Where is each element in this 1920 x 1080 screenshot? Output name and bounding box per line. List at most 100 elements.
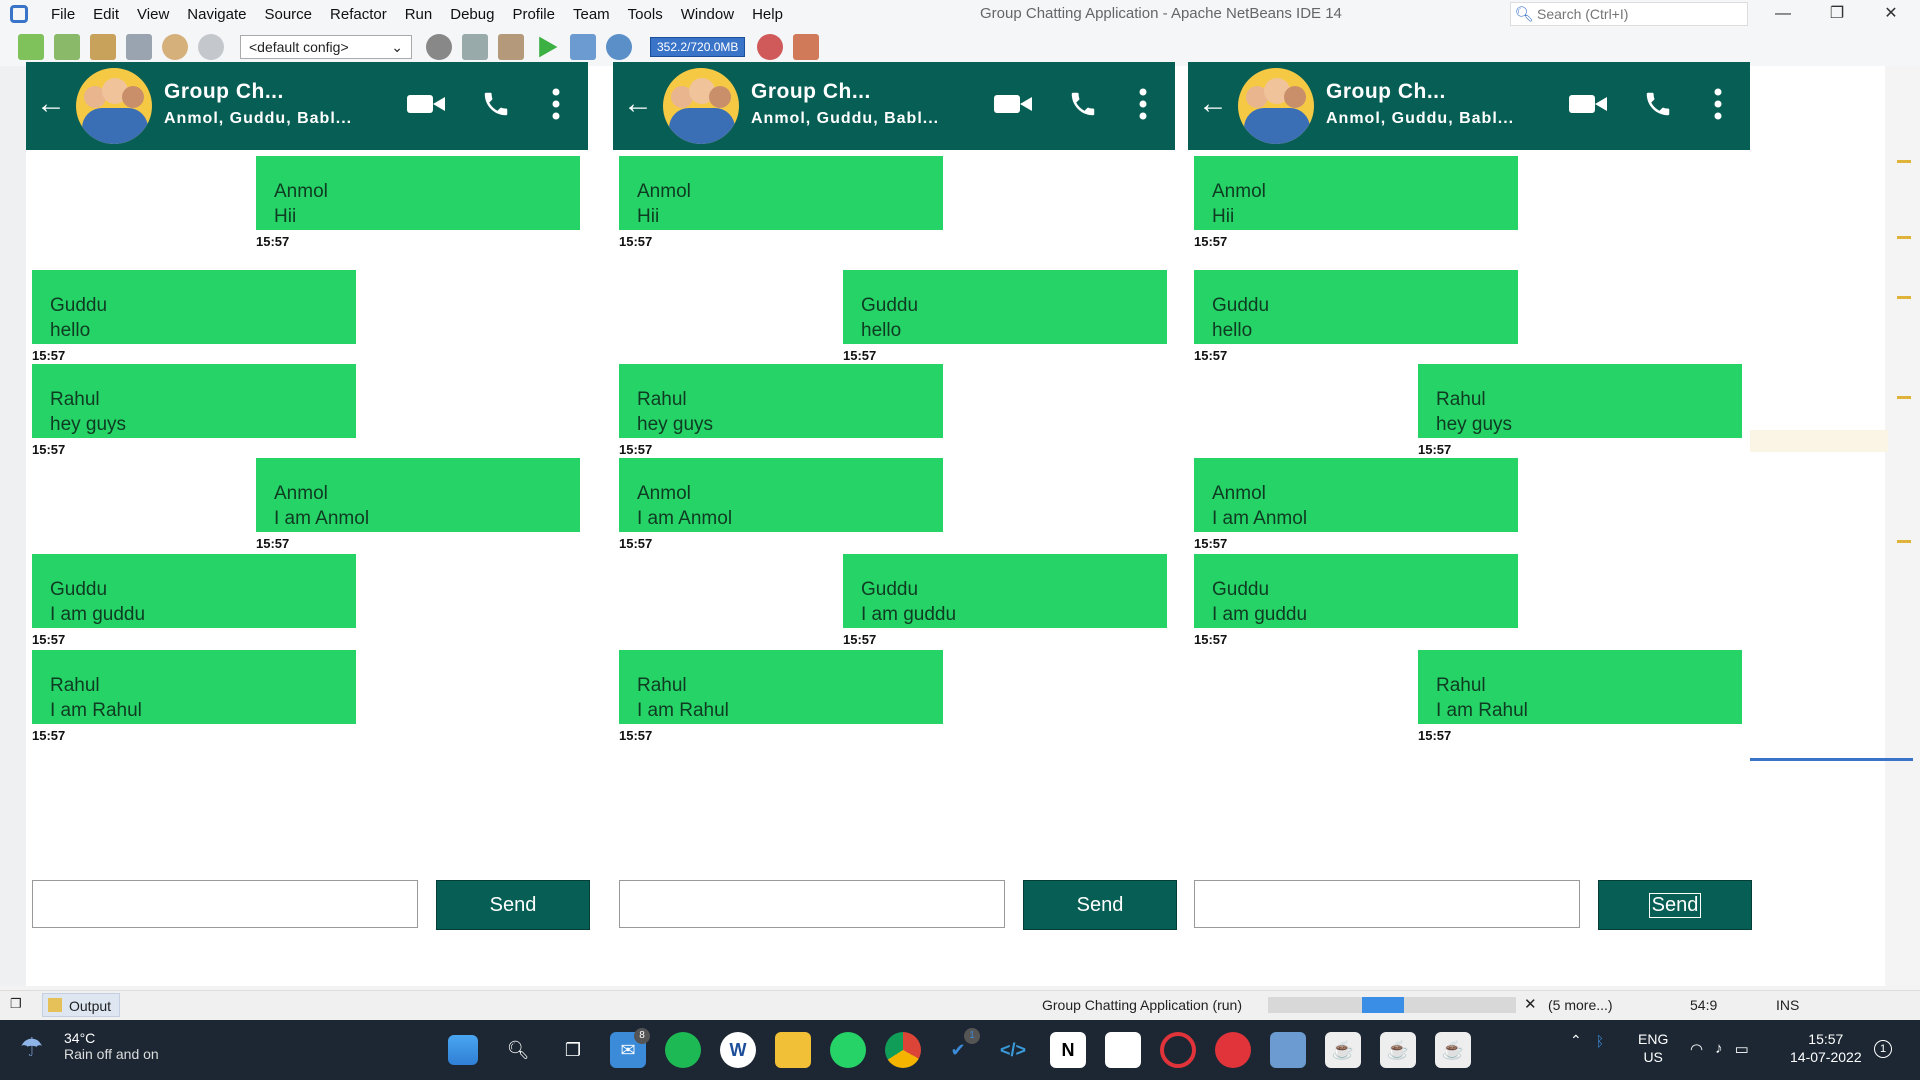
video-call-icon[interactable]: [987, 84, 1032, 124]
config-select[interactable]: <default config> ⌄: [240, 35, 412, 59]
opera-icon[interactable]: [1160, 1032, 1196, 1068]
globe-icon[interactable]: [426, 34, 452, 60]
search-icon: 🔍︎: [1514, 6, 1534, 23]
profiler-snapshot-icon[interactable]: [793, 34, 820, 60]
vscode-icon[interactable]: </>: [995, 1032, 1031, 1068]
todo-badge: 1: [964, 1028, 980, 1044]
message-text: hey guys: [637, 414, 714, 435]
output-tab[interactable]: Output: [42, 993, 121, 1017]
java-icon-2[interactable]: ☕: [1380, 1032, 1416, 1068]
debug-icon[interactable]: [570, 34, 596, 60]
message-input[interactable]: [32, 880, 418, 928]
message-text: Hii: [1212, 206, 1235, 227]
build-icon[interactable]: [498, 34, 524, 60]
insert-mode: INS: [1776, 997, 1800, 1013]
memory-indicator[interactable]: 352.2/720.0MB: [650, 37, 746, 57]
send-button[interactable]: Send: [1023, 880, 1177, 930]
send-button[interactable]: Send: [1598, 880, 1752, 930]
task-view-icon[interactable]: ❐: [555, 1032, 591, 1068]
video-call-icon[interactable]: [400, 84, 445, 124]
start-windows-icon[interactable]: [448, 1035, 478, 1065]
more-tasks-link[interactable]: (5 more...): [1548, 997, 1613, 1013]
phone-call-icon[interactable]: [476, 84, 516, 124]
chevron-down-icon: ⌄: [391, 38, 403, 55]
message-input[interactable]: [619, 880, 1005, 928]
weather-temp: 34°C: [64, 1030, 96, 1046]
menu-window[interactable]: Window: [672, 6, 743, 23]
menu-debug[interactable]: Debug: [441, 6, 503, 23]
run-icon[interactable]: [539, 36, 558, 58]
chat-window: ← Group Ch... Anmol, Guddu, Babl... Anmo…: [1188, 62, 1752, 934]
word-icon[interactable]: W: [720, 1032, 756, 1068]
search-input[interactable]: [1537, 6, 1737, 22]
close-window-button[interactable]: ✕: [1868, 0, 1914, 28]
open-project-icon[interactable]: [90, 34, 116, 60]
message-time: 15:57: [32, 728, 66, 743]
menu-source[interactable]: Source: [255, 6, 321, 23]
todo-icon[interactable]: ✔ 1: [940, 1028, 980, 1068]
save-all-icon[interactable]: [126, 34, 152, 60]
phone-call-icon[interactable]: [1063, 84, 1103, 124]
new-file-icon[interactable]: [18, 34, 44, 60]
video-call-icon[interactable]: [1562, 84, 1607, 124]
mail-icon[interactable]: ✉ 8: [610, 1028, 650, 1068]
more-options-icon[interactable]: [536, 84, 576, 124]
message-bubble: Anmol I am Anmol: [619, 458, 943, 532]
send-button[interactable]: Send: [436, 880, 590, 930]
minimize-button[interactable]: —: [1760, 0, 1806, 28]
phone-call-icon[interactable]: [1638, 84, 1678, 124]
tray-status-icons[interactable]: ◠ ♪ ▭: [1690, 1040, 1749, 1058]
spotify-icon[interactable]: [665, 1032, 701, 1068]
gc-icon[interactable]: [757, 34, 784, 60]
menu-file[interactable]: File: [42, 6, 84, 23]
back-arrow-icon[interactable]: ←: [36, 84, 66, 124]
menu-run[interactable]: Run: [396, 6, 442, 23]
message-text: hello: [1212, 320, 1253, 341]
undo-icon[interactable]: [162, 34, 188, 60]
weather-desc: Rain off and on: [64, 1046, 159, 1062]
profile-icon[interactable]: [606, 34, 632, 60]
clean-build-icon[interactable]: [462, 34, 488, 60]
back-arrow-icon[interactable]: ←: [1198, 84, 1228, 124]
new-project-icon[interactable]: [54, 34, 80, 60]
more-options-icon[interactable]: [1698, 84, 1738, 124]
language-indicator[interactable]: ENG US: [1638, 1030, 1668, 1066]
menu-navigate[interactable]: Navigate: [178, 6, 255, 23]
tray-chevron-icon[interactable]: ⌃: [1570, 1032, 1582, 1049]
message-text: I am guddu: [1212, 604, 1308, 625]
restore-button[interactable]: ❐: [1814, 0, 1860, 28]
redo-icon[interactable]: [198, 34, 224, 60]
menu-edit[interactable]: Edit: [84, 6, 128, 23]
bluetooth-icon[interactable]: ᛒ: [1596, 1033, 1604, 1049]
back-arrow-icon[interactable]: ←: [623, 84, 653, 124]
message-input[interactable]: [1194, 880, 1580, 928]
menu-tools[interactable]: Tools: [619, 6, 672, 23]
file-explorer-icon[interactable]: [775, 1032, 811, 1068]
weather-widget[interactable]: ☂ 34°C Rain off and on: [20, 1030, 159, 1064]
notification-badge[interactable]: 1: [1874, 1040, 1892, 1058]
search-taskbar-icon[interactable]: 🔍︎: [500, 1032, 536, 1068]
restore-window-icon[interactable]: ❐: [10, 996, 22, 1012]
search-box[interactable]: 🔍︎: [1510, 2, 1748, 26]
netbeans-taskbar-icon[interactable]: [1270, 1032, 1306, 1068]
clock[interactable]: 15:57 14-07-2022: [1790, 1030, 1862, 1066]
group-name: Group Ch...: [1326, 80, 1446, 103]
ide-right-scrollbar[interactable]: [1885, 66, 1920, 986]
menu-help[interactable]: Help: [743, 6, 792, 23]
menu-profile[interactable]: Profile: [503, 6, 564, 23]
youtube-icon[interactable]: [1215, 1032, 1251, 1068]
java-icon-1[interactable]: ☕: [1325, 1032, 1361, 1068]
message-bubble: Rahul hey guys: [619, 364, 943, 438]
notion-icon[interactable]: N: [1050, 1032, 1086, 1068]
whatsapp-icon[interactable]: [830, 1032, 866, 1068]
java-icon-3[interactable]: ☕: [1435, 1032, 1471, 1068]
cancel-task-icon[interactable]: ✕: [1524, 995, 1537, 1013]
menu-refactor[interactable]: Refactor: [321, 6, 396, 23]
menu-view[interactable]: View: [128, 6, 178, 23]
netbeans-logo-icon: [10, 5, 28, 23]
menu-team[interactable]: Team: [564, 6, 619, 23]
store-icon[interactable]: [1105, 1032, 1141, 1068]
message-time: 15:57: [619, 234, 653, 249]
more-options-icon[interactable]: [1123, 84, 1163, 124]
chrome-icon[interactable]: [885, 1032, 921, 1068]
